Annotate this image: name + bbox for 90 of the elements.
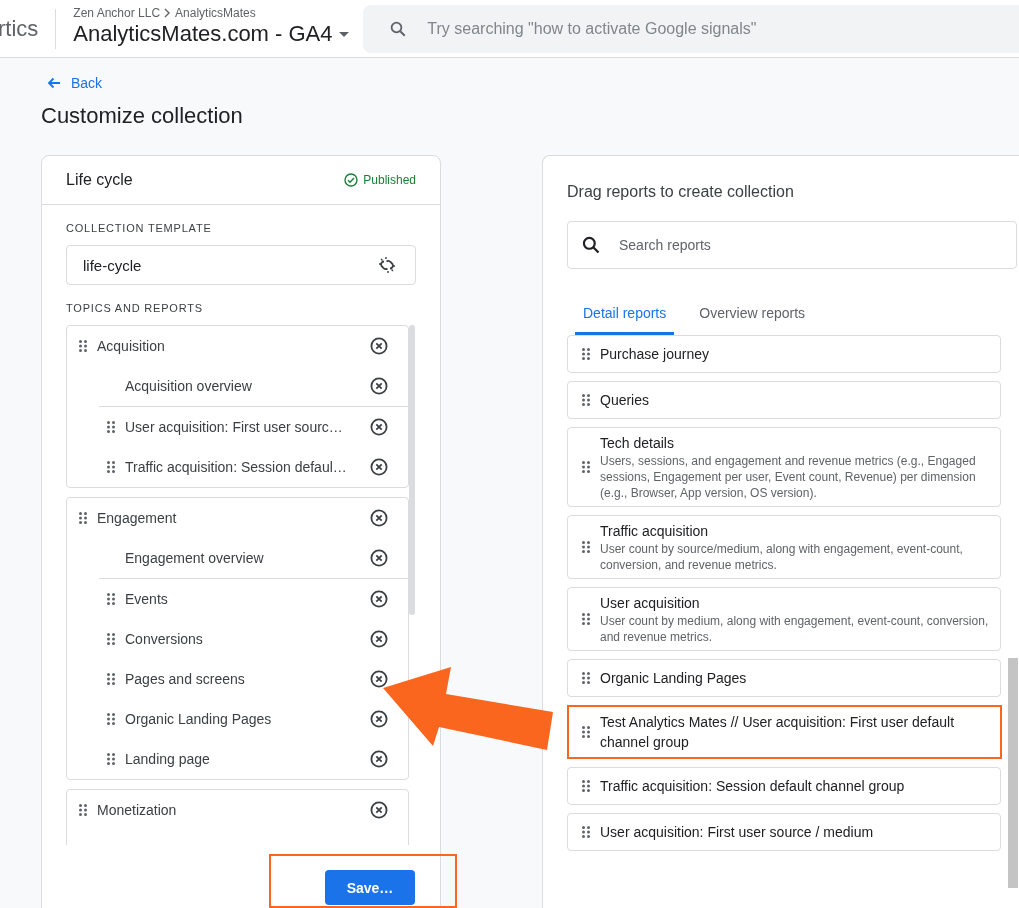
search-field[interactable]: Try searching "how to activate Google signals" — [363, 4, 1019, 53]
report-name: User acquisition — [600, 594, 701, 613]
panel-title: Drag reports to create collection — [567, 183, 795, 201]
drag-handle-icon[interactable] — [582, 780, 590, 792]
drag-handle-icon[interactable] — [107, 593, 115, 605]
report-name: Tech details — [600, 434, 675, 453]
drag-handle-icon[interactable] — [107, 633, 115, 645]
report-name: Purchase journey — [600, 345, 709, 364]
drag-handle-icon[interactable] — [79, 512, 87, 524]
drag-handle-icon[interactable] — [107, 461, 115, 473]
report-name: Traffic acquisition — [600, 522, 710, 541]
back-arrow-icon — [47, 77, 61, 89]
report-name: User acquisition: First user sourc… — [125, 419, 344, 435]
drag-handle-icon[interactable] — [582, 826, 590, 838]
report-card[interactable]: Organic Landing Pages — [567, 659, 1001, 697]
report-name: Traffic acquisition: Session default channel group — [600, 777, 905, 796]
section-label: TOPICS AND REPORTS — [66, 302, 204, 314]
dropdown-caret-icon — [338, 31, 349, 37]
drag-handle-icon[interactable] — [582, 348, 590, 360]
search-icon — [389, 19, 408, 38]
drag-handle-icon[interactable] — [582, 726, 590, 738]
remove-icon[interactable] — [370, 630, 388, 648]
breadcrumb-item[interactable]: Zen Anchor LLC — [73, 6, 161, 20]
report-description: User count by medium, along with engagement, event-count, conversion, and revenue metrics. — [600, 613, 990, 645]
report-card[interactable]: Traffic acquisition User count by source/medium, along with engagement, event-count, conversion, and revenue metrics. — [567, 515, 1001, 579]
unlink-icon[interactable] — [377, 255, 397, 275]
page-title: Customize collection — [41, 103, 244, 130]
drag-handle-icon[interactable] — [107, 753, 115, 765]
drag-handle-icon[interactable] — [107, 421, 115, 433]
search-icon — [581, 235, 601, 255]
report-card[interactable]: Queries — [567, 381, 1001, 419]
property-selector[interactable]: AnalyticsMates.com - GA4 — [73, 21, 364, 47]
remove-icon[interactable] — [370, 418, 388, 436]
report-name: Queries — [600, 391, 650, 410]
report-name: Landing page — [125, 751, 211, 767]
remove-icon[interactable] — [370, 549, 388, 567]
report-name: Events — [125, 591, 169, 607]
drag-handle-icon[interactable] — [107, 673, 115, 685]
drag-handle-icon[interactable] — [79, 340, 87, 352]
chevron-right-icon — [164, 8, 172, 18]
report-description: User count by source/medium, along with engagement, event-count, conversion, and revenue metrics. — [600, 541, 964, 573]
remove-icon[interactable] — [370, 377, 388, 395]
scrollbar[interactable] — [1008, 658, 1018, 888]
remove-icon[interactable] — [370, 337, 388, 355]
remove-icon[interactable] — [370, 458, 388, 476]
topic-name: Acquisition — [97, 338, 166, 354]
drag-handle-icon[interactable] — [582, 394, 590, 406]
section-label: COLLECTION TEMPLATE — [66, 222, 213, 234]
report-name: Engagement overview — [125, 550, 265, 566]
drag-handle-icon[interactable] — [107, 713, 115, 725]
report-name: Test Analytics Mates // User acquisition: First user default channel group — [600, 713, 956, 752]
remove-icon[interactable] — [370, 750, 388, 768]
status-label: Published — [344, 173, 416, 187]
report-name: Organic Landing Pages — [600, 669, 747, 688]
report-card[interactable]: Traffic acquisition: Session default channel group — [567, 767, 1001, 805]
scrollbar[interactable] — [409, 325, 415, 615]
report-name: User acquisition: First user source / medium — [600, 823, 874, 842]
report-card[interactable]: User acquisition: First user source / medium — [567, 813, 1001, 851]
report-card[interactable]: User acquisition User count by medium, along with engagement, event-count, conversion, and revenue metrics. — [567, 587, 1001, 651]
remove-icon[interactable] — [370, 670, 388, 688]
template-field[interactable]: life-cycle — [66, 245, 416, 285]
remove-icon[interactable] — [370, 590, 388, 608]
drag-handle-icon[interactable] — [582, 461, 590, 473]
check-circle-icon — [344, 173, 359, 187]
report-name: Traffic acquisition: Session defaul… — [125, 459, 348, 475]
tab[interactable]: Overview reports — [691, 301, 814, 335]
report-name: Organic Landing Pages — [125, 711, 273, 727]
drag-handle-icon[interactable] — [79, 804, 87, 816]
save-button[interactable]: Save… — [325, 870, 415, 905]
remove-icon[interactable] — [370, 509, 388, 527]
product-name: rtics — [0, 15, 39, 42]
report-name: Acquisition overview — [125, 378, 253, 394]
report-card[interactable]: Tech details Users, sessions, and engagement and revenue metrics (e.g., Engaged sessions, Engagement per user, Event count, Revenue) per dimension (e.g., Browser, App version, OS version). — [567, 427, 1001, 507]
report-name: Conversions — [125, 631, 204, 647]
remove-icon[interactable] — [370, 710, 388, 728]
search-field[interactable]: Search reports — [567, 221, 1017, 269]
report-card[interactable]: Test Analytics Mates // User acquisition: First user default channel group — [567, 705, 1002, 759]
topic-name: Engagement — [97, 510, 178, 526]
report-name: Pages and screens — [125, 671, 246, 687]
drag-handle-icon[interactable] — [582, 541, 590, 553]
report-card[interactable]: Purchase journey — [567, 335, 1001, 373]
tab[interactable]: Detail reports — [575, 301, 675, 335]
report-description: Users, sessions, and engagement and revenue metrics (e.g., Engaged sessions, Engagement per user, Event count, Revenue) per dimension (e.g., Browser, App version, OS version). — [600, 453, 977, 501]
remove-icon[interactable] — [370, 801, 388, 819]
drag-handle-icon[interactable] — [582, 613, 590, 625]
drag-handle-icon[interactable] — [582, 672, 590, 684]
back-link[interactable]: Back — [47, 75, 103, 91]
collection-name: Life cycle — [66, 171, 133, 189]
breadcrumb-item[interactable]: AnalyticsMates — [175, 6, 256, 20]
topic-name: Monetization — [97, 802, 178, 818]
